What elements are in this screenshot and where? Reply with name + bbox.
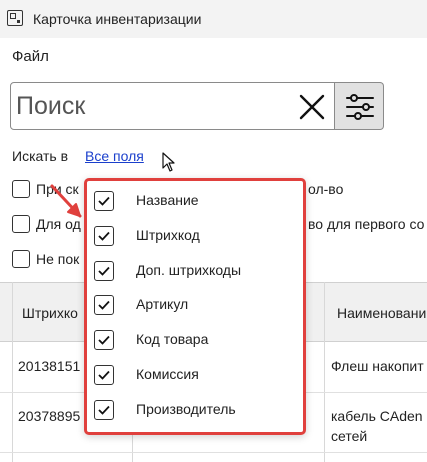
popup-item[interactable]: Доп. штрихкоды (87, 254, 303, 288)
popup-item-label: Производитель (136, 401, 236, 417)
checkmark-icon (98, 335, 110, 345)
menu-file[interactable]: Файл (12, 48, 49, 65)
table-cell-name-line2: сетей (331, 428, 368, 444)
table-cell-barcode[interactable]: 20378895 (18, 408, 80, 424)
table-cell-name[interactable]: кабель CAden (331, 408, 423, 424)
checkbox-checked[interactable] (94, 330, 114, 350)
option-checkbox[interactable] (12, 250, 30, 268)
popup-item[interactable]: Артикул (87, 288, 303, 322)
checkbox-checked[interactable] (94, 400, 114, 420)
popup-item[interactable]: Комиссия (87, 358, 303, 392)
column-divider (12, 282, 13, 462)
option-label-tail: ол-во (308, 181, 344, 197)
checkmark-icon (98, 370, 110, 380)
checkmark-icon (98, 266, 110, 276)
sliders-icon (346, 94, 374, 120)
column-header-label: Наименовани (337, 305, 427, 321)
qr-app-icon (7, 10, 23, 26)
popup-item-label: Штрихкод (136, 227, 200, 243)
popup-item[interactable]: Название (87, 184, 303, 218)
checkmark-icon (98, 300, 110, 310)
option-label: Для од (36, 216, 81, 232)
popup-item[interactable]: Штрихкод (87, 219, 303, 253)
option-checkbox[interactable] (12, 215, 30, 233)
checkbox-checked[interactable] (94, 226, 114, 246)
filter-settings-button[interactable] (335, 82, 384, 130)
option-label: При ск (36, 181, 79, 197)
column-divider (324, 282, 325, 462)
table-cell-barcode[interactable]: 20138151 (18, 358, 80, 374)
column-header-label: Штрихко (22, 305, 78, 321)
checkmark-icon (98, 231, 110, 241)
popup-item-label: Код товара (136, 331, 209, 347)
popup-item-label: Комиссия (136, 366, 199, 382)
checkbox-checked[interactable] (94, 365, 114, 385)
all-fields-link[interactable]: Все поля (85, 148, 144, 164)
popup-item[interactable]: Производитель (87, 393, 303, 427)
option-label: Не пок (36, 251, 80, 267)
checkmark-icon (98, 196, 110, 206)
search-fields-popup: Название Штрихкод Доп. штрихкоды Артикул… (84, 178, 306, 435)
close-icon[interactable] (298, 93, 326, 121)
search-placeholder: Поиск (16, 92, 86, 120)
search-in-label: Искать в (12, 148, 69, 164)
popup-item-label: Артикул (136, 296, 189, 312)
row-divider (0, 452, 427, 453)
table-cell-name[interactable]: Флеш накопит (331, 358, 424, 374)
search-input[interactable]: Поиск (10, 82, 335, 130)
option-checkbox[interactable] (12, 180, 30, 198)
window-title: Карточка инвентаризации (33, 11, 202, 27)
title-bar: Карточка инвентаризации (0, 0, 427, 38)
popup-item[interactable]: Код товара (87, 323, 303, 357)
popup-item-label: Название (136, 192, 199, 208)
checkbox-checked[interactable] (94, 295, 114, 315)
mouse-cursor-icon (162, 152, 176, 177)
popup-item-label: Доп. штрихкоды (136, 262, 242, 278)
checkbox-checked[interactable] (94, 261, 114, 281)
checkmark-icon (98, 405, 110, 415)
option-label-tail: во для первого со (308, 216, 425, 232)
checkbox-checked[interactable] (94, 191, 114, 211)
